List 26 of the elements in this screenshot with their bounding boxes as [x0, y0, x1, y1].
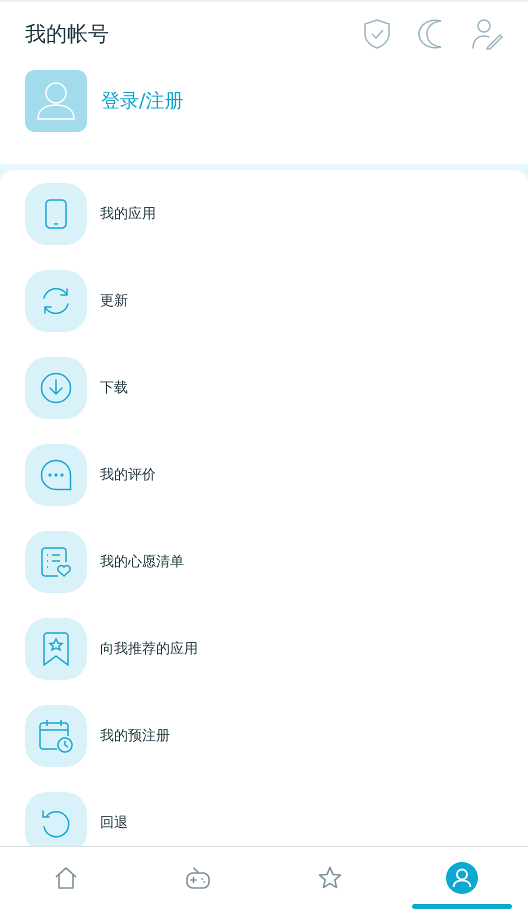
bookmark-star-icon — [43, 632, 69, 666]
user-edit-icon[interactable] — [471, 18, 503, 50]
menu-item[interactable]: 我的应用 — [25, 170, 503, 257]
menu-label: 我的预注册 — [100, 726, 170, 744]
page-title: 我的帐号 — [25, 21, 109, 48]
menu-label: 更新 — [100, 292, 128, 310]
download-icon — [40, 372, 72, 404]
menu-label: 我的评价 — [100, 466, 156, 484]
menu-item[interactable]: 更新 — [25, 257, 503, 344]
menu-label: 回退 — [100, 814, 128, 832]
wishlist-icon — [40, 546, 72, 578]
menu-label: 我的心愿清单 — [100, 552, 184, 570]
phone-icon — [45, 198, 67, 228]
menu-label: 下载 — [100, 378, 128, 396]
menu-label: 我的应用 — [100, 204, 156, 222]
menu-item[interactable]: 我的预注册 — [25, 692, 503, 779]
menu-label: 向我推荐的应用 — [100, 640, 198, 658]
chat-bubble-icon — [40, 458, 72, 490]
profile-icon[interactable] — [446, 862, 478, 894]
shield-check-icon[interactable] — [363, 18, 391, 50]
menu-item[interactable]: 我的心愿清单 — [25, 518, 503, 605]
menu-item[interactable]: 我的评价 — [25, 431, 503, 518]
menu-item[interactable]: 下载 — [25, 344, 503, 431]
avatar-icon[interactable] — [25, 70, 87, 132]
calendar-clock-icon — [39, 718, 73, 752]
menu-item[interactable]: 向我推荐的应用 — [25, 605, 503, 692]
